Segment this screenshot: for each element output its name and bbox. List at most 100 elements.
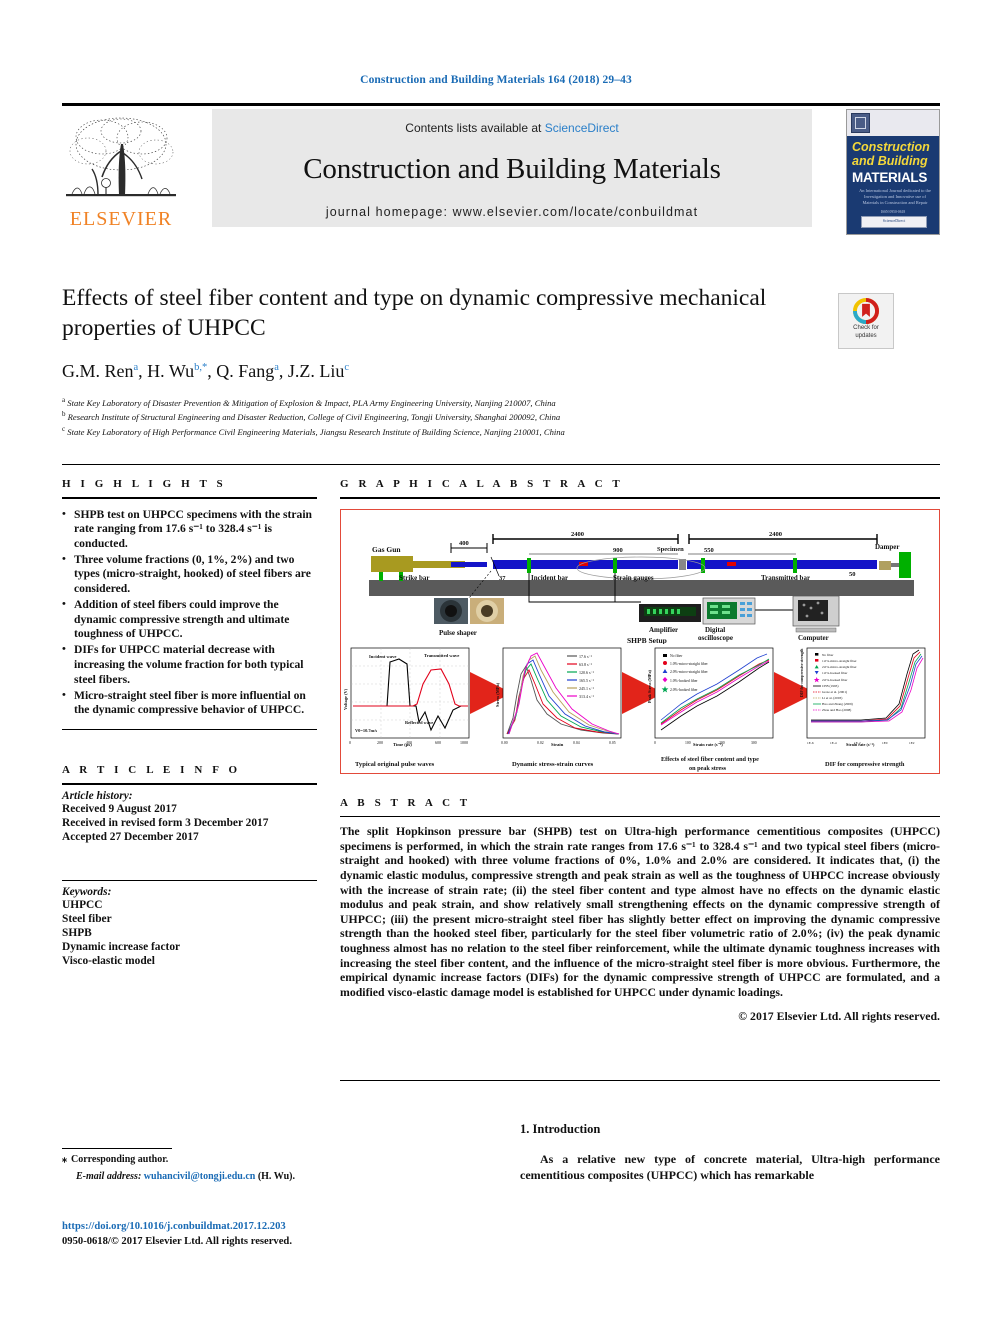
- introduction-paragraph: As a relative new type of concrete mater…: [520, 1152, 940, 1182]
- contents-available-line: Contents lists available at ScienceDirec…: [405, 121, 618, 135]
- highlights-bottom-rule: [62, 728, 317, 731]
- label-incident-bar: Incident bar: [531, 574, 568, 582]
- svg-text:400: 400: [406, 740, 412, 745]
- shpb-setup-diagram: Gas Gun Strike bar 400 Incident bar Spec…: [369, 531, 914, 644]
- graphical-abstract-rule: [340, 497, 940, 499]
- article-history-item: Received 9 August 2017: [62, 802, 177, 815]
- running-head: Construction and Building Materials 164 …: [360, 74, 632, 86]
- introduction-heading: 1. Introduction: [520, 1122, 601, 1136]
- crossmark-icon: [853, 298, 879, 324]
- highlights-list: SHPB test on UHPCC specimens with the st…: [62, 507, 317, 718]
- computer-icon: [792, 595, 840, 632]
- svg-text:0.00: 0.00: [501, 741, 508, 745]
- author-entry[interactable]: J.Z. Liuc: [288, 361, 349, 381]
- svg-text:1E-2: 1E-2: [854, 741, 861, 745]
- issn-copyright: 0950-0618/© 2017 Elsevier Ltd. All right…: [62, 1236, 292, 1247]
- svg-text:100: 100: [685, 741, 691, 745]
- svg-text:Grote et al. (2001): Grote et al. (2001): [822, 690, 847, 694]
- email-suffix: (H. Wu).: [257, 1171, 295, 1183]
- corresponding-author-note: ⁎ Corresponding author.: [62, 1153, 362, 1166]
- cover-subtitle: An International Journal dedicated to th…: [859, 187, 931, 205]
- contents-prefix: Contents lists available at: [405, 120, 545, 135]
- label-gas-gun: Gas Gun: [372, 545, 401, 554]
- pulse-shaper-photo: [434, 597, 504, 624]
- svg-text:V0=10.7m/s: V0=10.7m/s: [355, 728, 377, 733]
- svg-text:Reflected wave: Reflected wave: [405, 720, 433, 725]
- svg-text:17.6 s⁻¹: 17.6 s⁻¹: [579, 654, 593, 659]
- label-transmitted-bar: Transmitted bar: [761, 574, 810, 582]
- keyword-item: Steel fiber: [62, 913, 112, 926]
- svg-text:200: 200: [377, 740, 383, 745]
- panel-dif: No fiber 1.0%-micro-straight fiber 2.0%-…: [800, 647, 926, 768]
- svg-text:2.0%-micro-straight fiber: 2.0%-micro-straight fiber: [822, 665, 858, 669]
- graphical-abstract-heading: G R A P H I C A L A B S T R A C T: [340, 478, 624, 490]
- panel-stress-strain: 17.6 s⁻¹ 63.8 s⁻¹ 120.6 s⁻¹ 165.5 s⁻¹ 24…: [495, 647, 622, 768]
- affiliation-item: c State Key Laboratory of High Performan…: [62, 424, 565, 437]
- cover-title-line3: MATERIALS: [852, 169, 928, 185]
- label-computer: Computer: [798, 634, 829, 642]
- corresponding-label: Corresponding author.: [71, 1154, 169, 1166]
- abstract-heading: A B S T R A C T: [340, 796, 471, 809]
- sciencedirect-link[interactable]: ScienceDirect: [545, 121, 619, 135]
- svg-text:300: 300: [751, 741, 757, 745]
- author-entry[interactable]: Q. Fanga: [216, 361, 279, 381]
- author-entry[interactable]: G.M. Rena: [62, 361, 138, 381]
- svg-text:2.0%-hooked fiber: 2.0%-hooked fiber: [670, 688, 698, 692]
- amplifier-icon: [639, 603, 701, 622]
- masthead-top-rule: [62, 103, 940, 106]
- elsevier-tree-icon: [66, 117, 176, 196]
- svg-text:313.4 s⁻¹: 313.4 s⁻¹: [579, 694, 595, 699]
- svg-text:Peak Stress (MPa): Peak Stress (MPa): [647, 669, 652, 703]
- email-label: E-mail address:: [76, 1171, 142, 1183]
- cover-issn-note: ISSN 0950-0618: [880, 209, 906, 214]
- caption-panel-3-line1: Effects of steel fiber content and type: [661, 756, 759, 763]
- oscilloscope-icon: [702, 597, 756, 624]
- svg-text:CEB (1993): CEB (1993): [822, 684, 838, 688]
- email-link[interactable]: wuhancivil@tongji.edu.cn: [144, 1171, 256, 1182]
- caption-panel-3-line2: on peak stress: [689, 765, 727, 772]
- svg-text:1E0: 1E0: [882, 741, 888, 745]
- highlights-rule: [62, 497, 317, 499]
- svg-text:120.6 s⁻¹: 120.6 s⁻¹: [579, 670, 595, 675]
- crossmark-label: Check for updates: [853, 325, 879, 339]
- abstract-block: A B S T R A C T The split Hopkinson pres…: [340, 797, 940, 1025]
- svg-text:1000: 1000: [460, 740, 468, 745]
- article-history-item: Accepted 27 December 2017: [62, 830, 199, 843]
- doi-link[interactable]: https://doi.org/10.1016/j.conbuildmat.20…: [62, 1221, 286, 1232]
- svg-text:Strain: Strain: [551, 742, 564, 747]
- crossmark-badge[interactable]: Check for updates: [838, 293, 894, 349]
- svg-text:1E2: 1E2: [909, 741, 915, 745]
- caption-panel-2: Dynamic stress-strain curves: [512, 761, 594, 768]
- email-note: E-mail address: wuhancivil@tongji.edu.cn…: [62, 1170, 362, 1183]
- affiliation-list: a State Key Laboratory of Disaster Preve…: [62, 395, 822, 438]
- graphical-abstract-figure: Gas Gun Strike bar 400 Incident bar Spec…: [340, 508, 940, 774]
- keyword-item: UHPCC: [62, 899, 103, 912]
- author-entry[interactable]: H. Wub,*: [147, 361, 207, 381]
- article-history-label: Article history:: [62, 789, 133, 802]
- svg-text:No fiber: No fiber: [822, 653, 834, 657]
- title-separator-rule: [62, 464, 940, 465]
- footnote-rule: [62, 1148, 172, 1150]
- abstract-copyright: © 2017 Elsevier Ltd. All rights reserved…: [738, 1009, 940, 1024]
- svg-text:1E-4: 1E-4: [830, 741, 837, 745]
- svg-text:Li et al. (2003): Li et al. (2003): [822, 696, 842, 700]
- label-damper: Damper: [875, 543, 900, 551]
- dim-strike-bar: 400: [459, 540, 469, 547]
- label-specimen: Specimen: [657, 546, 684, 553]
- journal-homepage[interactable]: journal homepage: www.elsevier.com/locat…: [326, 205, 698, 219]
- bottom-separator-rule: [340, 1080, 940, 1082]
- left-column: H I G H L I G H T S SHPB test on UHPCC s…: [62, 478, 317, 968]
- list-item: DIFs for UHPCC material decrease with in…: [62, 642, 317, 687]
- affiliation-item: a State Key Laboratory of Disaster Preve…: [62, 396, 556, 408]
- page-title: Effects of steel fiber content and type …: [62, 285, 767, 341]
- cover-title-line1: Construction and Building: [852, 139, 930, 168]
- list-item: SHPB test on UHPCC specimens with the st…: [62, 507, 317, 552]
- svg-text:245.1 s⁻¹: 245.1 s⁻¹: [579, 686, 595, 691]
- caption-shpb-setup: SHPB Setup: [627, 636, 667, 644]
- svg-text:Zhou and Hao (2008): Zhou and Hao (2008): [822, 708, 851, 712]
- cover-emblem-icon: [851, 112, 870, 133]
- elsevier-wordmark: ELSEVIER: [69, 207, 173, 230]
- cover-footer-badge: ScienceDirect: [861, 215, 927, 228]
- elsevier-logo: ELSEVIER: [62, 111, 180, 230]
- author-list: G.M. Rena, H. Wub,*, Q. Fanga, J.Z. Liuc: [62, 361, 350, 381]
